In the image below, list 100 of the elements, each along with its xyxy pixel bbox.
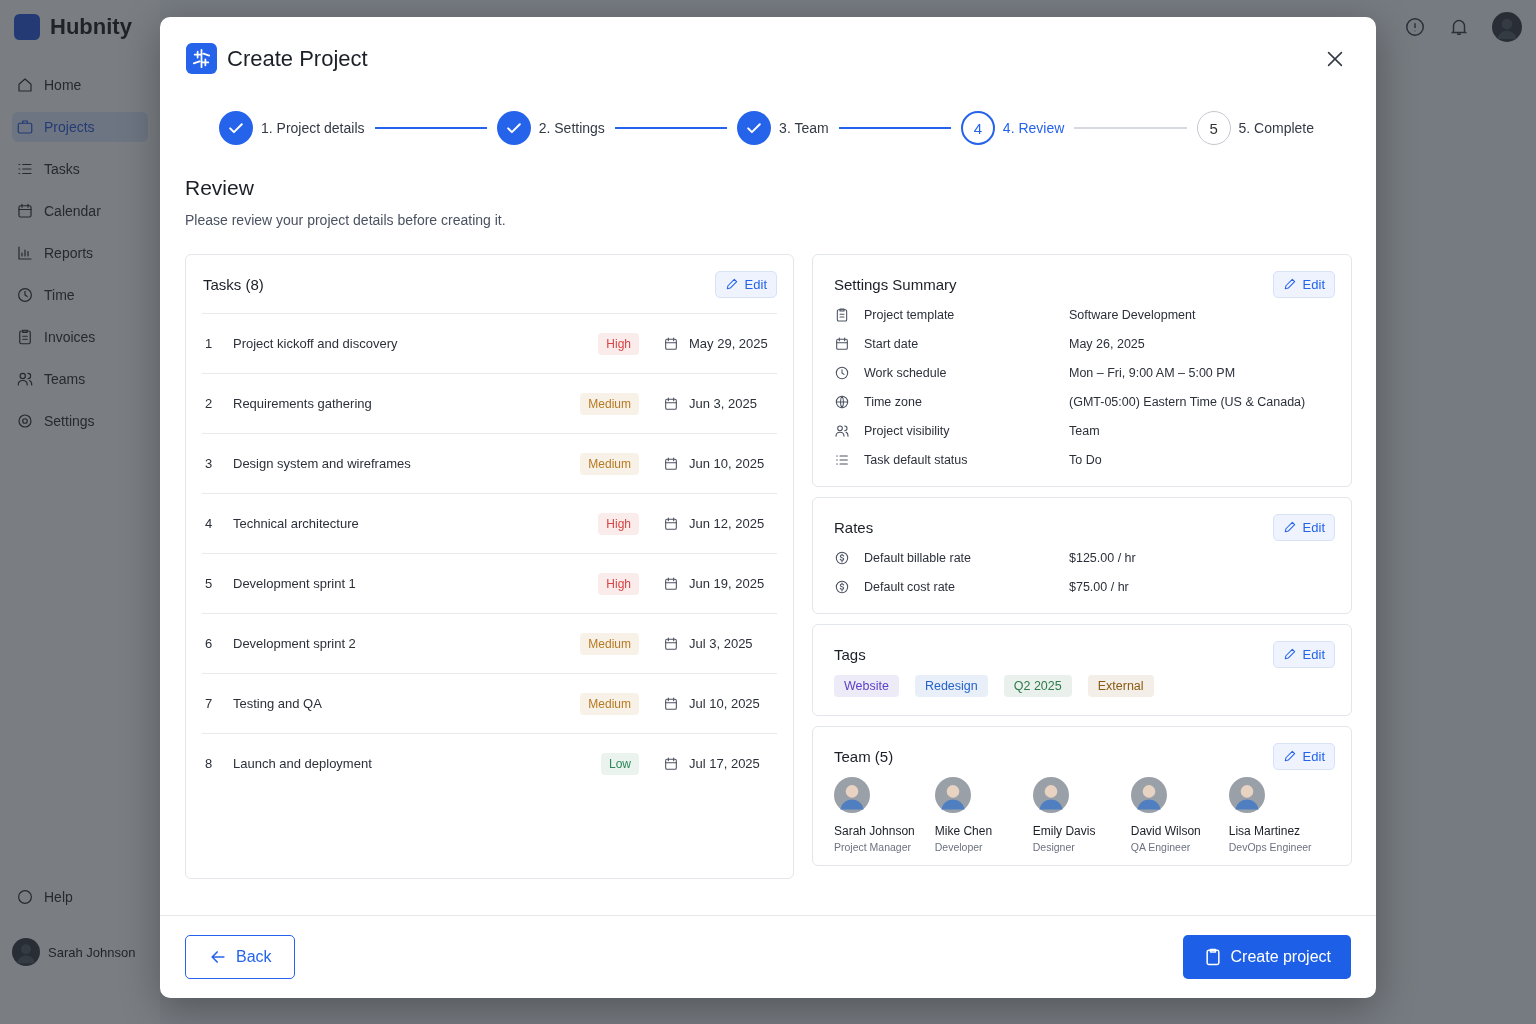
people-icon — [834, 423, 850, 439]
member-name: Mike Chen — [934, 824, 993, 838]
member-role: Developer — [934, 841, 983, 853]
sidebar-item[interactable]: Tasks — [12, 154, 148, 184]
task-name: Requirements gathering — [233, 396, 373, 411]
pencil-icon — [1282, 520, 1297, 534]
calendar-icon — [663, 755, 679, 772]
pencil-icon — [1282, 749, 1297, 763]
step: 1. Project details — [219, 111, 365, 145]
avatar — [1228, 777, 1265, 813]
pencil-icon — [1282, 277, 1297, 291]
setting-label: Project visibility — [864, 424, 951, 438]
sidebar-item[interactable]: Projects — [12, 112, 148, 142]
task-number: 1 — [204, 336, 214, 351]
edit-button[interactable]: Edit — [1272, 513, 1335, 541]
tag: Website — [834, 675, 899, 697]
edit-button[interactable]: Edit — [1272, 270, 1335, 298]
setting-value: Software Development — [1069, 308, 1196, 322]
calendar-icon — [16, 202, 34, 220]
setting-value: (GMT-05:00) Eastern Time (US & Canada) — [1069, 395, 1306, 409]
task-number: 7 — [204, 696, 214, 711]
user-name: Sarah Johnson — [48, 944, 136, 960]
sidebar-item[interactable]: Reports — [12, 238, 148, 268]
edit-button[interactable]: Edit — [714, 270, 777, 298]
task-name: Technical architecture — [233, 516, 360, 531]
create-project-button[interactable]: Create project — [1182, 935, 1351, 979]
sidebar-item[interactable]: Teams — [12, 364, 148, 394]
task-name: Development sprint 1 — [233, 576, 357, 591]
avatar — [1130, 777, 1167, 813]
edit-button[interactable]: Edit — [1272, 640, 1335, 668]
calendar-icon — [834, 336, 850, 352]
setting-label: Default billable rate — [864, 551, 972, 565]
doc-icon — [16, 328, 34, 346]
setting-value: May 26, 2025 — [1069, 337, 1145, 351]
home-icon — [16, 76, 34, 94]
priority-tag: High — [598, 512, 639, 535]
priority-tag: Low — [601, 752, 639, 775]
setting-value: Team — [1069, 424, 1100, 438]
member-role: Designer — [1032, 841, 1075, 853]
due-date: Jun 3, 2025 — [689, 396, 758, 411]
back-button[interactable]: Back — [185, 935, 295, 979]
calendar-icon — [663, 455, 679, 472]
sidebar-item[interactable]: Invoices — [12, 322, 148, 352]
dollar-icon — [834, 579, 850, 595]
clock-icon — [16, 286, 34, 304]
setting-label: Default cost rate — [864, 580, 956, 594]
dollar-icon — [834, 550, 850, 566]
priority-tag: Medium — [580, 692, 639, 715]
due-date: Jun 12, 2025 — [689, 516, 766, 531]
task-name: Development sprint 2 — [233, 636, 357, 651]
calendar-icon — [663, 635, 679, 652]
step: 2. Settings — [496, 111, 605, 145]
card-title: Rates — [834, 518, 874, 536]
tag: Q2 2025 — [1003, 675, 1072, 697]
sidebar-item[interactable]: Calendar — [12, 196, 148, 226]
calendar-icon — [663, 575, 679, 592]
help-link[interactable]: Help — [12, 882, 148, 912]
task-number: 8 — [204, 756, 214, 771]
dialog-title: Create Project — [227, 45, 369, 72]
member-role: DevOps Engineer — [1228, 841, 1312, 853]
task-name: Project kickoff and discovery — [233, 336, 399, 351]
edit-button[interactable]: Edit — [1272, 742, 1335, 770]
avatar[interactable] — [1492, 12, 1522, 42]
setting-value: $125.00 / hr — [1069, 551, 1136, 565]
priority-tag: High — [598, 332, 639, 355]
task-name: Design system and wireframes — [233, 456, 412, 471]
pencil-icon — [724, 277, 739, 291]
chart-icon — [16, 244, 34, 262]
calendar-icon — [663, 515, 679, 532]
task-number: 6 — [204, 636, 214, 651]
calendar-icon — [663, 395, 679, 412]
step: 4 4. Review — [960, 111, 1065, 145]
setting-label: Task default status — [864, 453, 969, 467]
due-date: Jun 10, 2025 — [689, 456, 766, 471]
setting-label: Time zone — [864, 395, 923, 409]
calendar-icon — [663, 335, 679, 352]
app-logo-icon — [186, 43, 217, 74]
task-number: 4 — [204, 516, 214, 531]
priority-tag: Medium — [580, 392, 639, 415]
setting-value: Mon – Fri, 9:00 AM – 5:00 PM — [1069, 366, 1236, 380]
avatar — [834, 777, 870, 813]
sidebar-item[interactable]: Home — [12, 70, 148, 100]
due-date: Jul 3, 2025 — [689, 636, 754, 651]
calendar-icon — [663, 695, 679, 712]
sidebar-item[interactable]: Time — [12, 280, 148, 310]
due-date: Jul 10, 2025 — [689, 696, 761, 711]
clock-icon — [834, 365, 850, 381]
member-role: QA Engineer — [1130, 841, 1191, 853]
logo-icon — [14, 14, 40, 40]
list-icon — [834, 452, 850, 468]
task-number: 2 — [204, 396, 214, 411]
card-title: Settings Summary — [834, 275, 957, 293]
sidebar-item[interactable]: Settings — [12, 406, 148, 436]
card-title: Team (5) — [834, 747, 894, 765]
task-name: Launch and deployment — [233, 756, 373, 771]
step-indicator: 4 — [960, 111, 995, 145]
setting-label: Project template — [864, 308, 956, 322]
card-title: Tasks (8) — [203, 275, 264, 293]
setting-value: $75.00 / hr — [1069, 580, 1129, 594]
setting-value: To Do — [1069, 453, 1102, 467]
